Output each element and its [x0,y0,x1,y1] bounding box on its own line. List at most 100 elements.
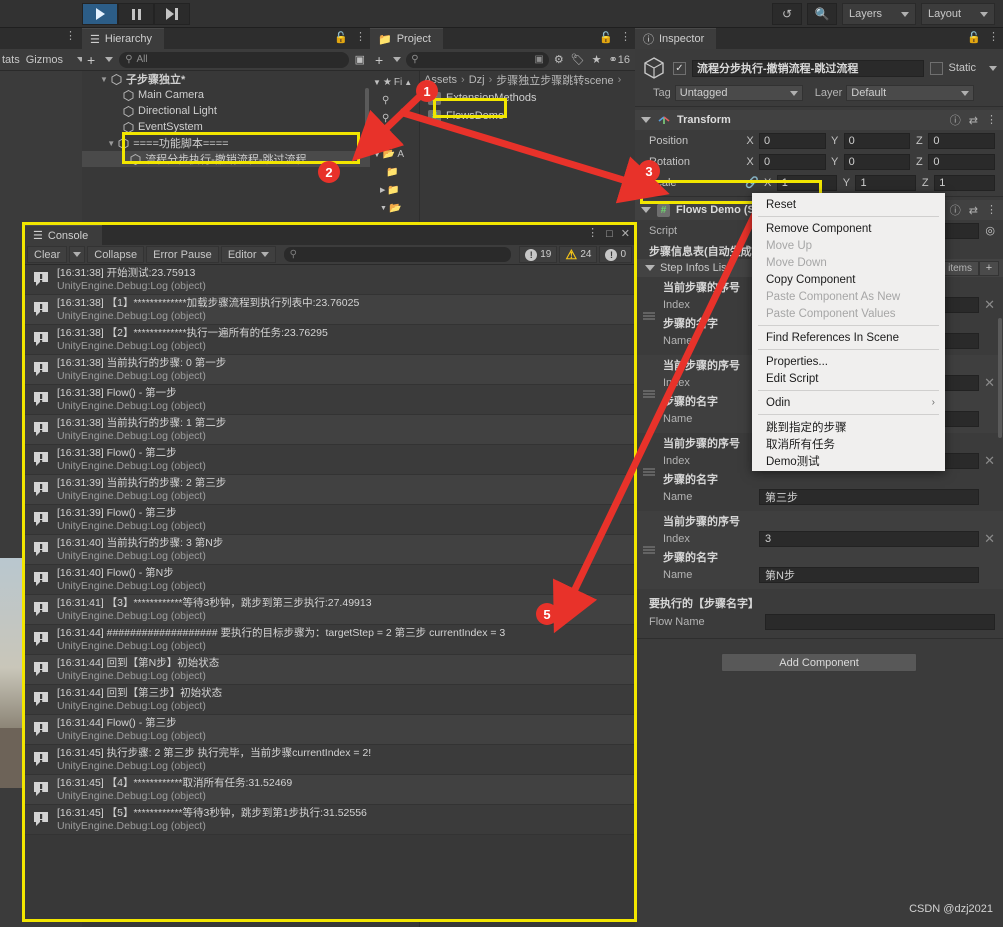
project-saved-search[interactable]: ⚲ [370,109,419,127]
kebab-menu-icon[interactable]: ⋮ [986,204,997,216]
console-log-list[interactable]: [16:31:38] 开始测试:23.75913 UnityEngine.Debu… [25,265,634,919]
console-log-entry[interactable]: [16:31:38] 【1】*************加载步骤流程到执行列表中:… [25,295,634,325]
step-index-input[interactable]: 3 [759,531,979,547]
console-log-entry[interactable]: [16:31:45] 【4】************取消所有任务:31.5246… [25,775,634,805]
project-search-input[interactable]: ⚲ ▣ [406,51,549,68]
gameobject-enabled-checkbox[interactable]: ✓ [673,61,686,75]
stats-button[interactable]: tats [2,54,20,66]
static-checkbox[interactable] [930,61,944,75]
project-search-picker-icon[interactable]: ▣ [534,54,543,65]
remove-item-icon[interactable]: ✕ [984,453,995,469]
breadcrumb-item[interactable]: Dzj [469,74,485,86]
tab-hierarchy[interactable]: ☰ Hierarchy [82,28,164,49]
lock-icon[interactable]: 🔓 [599,31,613,44]
favorite-star-icon[interactable]: ★ [590,53,604,66]
object-picker-icon[interactable]: ◎ [985,224,995,237]
transform-z-input[interactable]: 1 [934,174,995,191]
object-picker-icon[interactable]: ▣ [353,53,367,66]
console-log-entry[interactable]: [16:31:39] 当前执行的步骤: 2 第三步 UnityEngine.Deb… [25,475,634,505]
play-button[interactable] [82,3,118,25]
drag-handle-icon[interactable] [643,311,655,322]
console-log-entry[interactable]: [16:31:38] 当前执行的步骤: 1 第二步 UnityEngine.Deb… [25,415,634,445]
console-log-entry[interactable]: [16:31:45] 执行步骤: 2 第三步 执行完毕，当前步骤currentI… [25,745,634,775]
console-log-entry[interactable]: [16:31:39] Flow() - 第三步 UnityEngine.Debug… [25,505,634,535]
lock-icon[interactable]: 🔓 [334,31,348,44]
project-tree-folder[interactable]: ▶ 📁 [370,181,419,199]
project-add-button[interactable]: + [373,52,403,68]
clear-button[interactable]: Clear [27,246,68,263]
foldout-icon[interactable] [641,207,651,213]
transform-x-input[interactable]: 0 [759,132,826,149]
clear-dropdown[interactable] [69,246,86,263]
foldout-icon[interactable] [641,117,651,123]
flow-name-input[interactable] [765,613,995,630]
tab-project[interactable]: 📁 Project [370,28,443,49]
pause-button[interactable] [118,3,154,25]
remove-item-icon[interactable]: ✕ [984,531,995,547]
hierarchy-row[interactable]: Directional Light [82,103,370,119]
kebab-menu-icon[interactable]: ⋮ [355,32,366,43]
transform-z-input[interactable]: 0 [928,153,996,170]
inspector-scrollbar[interactable] [998,318,1002,438]
foldout-icon[interactable]: ▼ [107,139,117,148]
drag-handle-icon[interactable] [643,467,655,478]
add-component-button[interactable]: Add Component [721,653,917,672]
lock-icon[interactable]: 🔓 [967,31,981,44]
console-log-entry[interactable]: [16:31:44] Flow() - 第三步 UnityEngine.Debug… [25,715,634,745]
tag-dropdown[interactable]: Untagged [674,85,803,101]
context-menu-item[interactable]: Find References In Scene [752,329,945,346]
tab-inspector[interactable]: ⓘ Inspector [635,28,717,49]
transform-x-input[interactable]: 1 [776,174,838,191]
label-filter-icon[interactable]: 🏷 [569,53,587,66]
transform-y-input[interactable]: 0 [843,153,911,170]
step-button[interactable] [154,3,190,25]
error-count-badge[interactable]: ! 0 [599,246,632,263]
transform-y-input[interactable]: 1 [855,174,917,191]
project-tree-folder[interactable]: 📁 [370,163,419,181]
step-name-input[interactable]: 第N步 [759,567,979,583]
console-log-entry[interactable]: [16:31:44] 回到【第N步】初始状态 UnityEngine.Debug:… [25,655,634,685]
maximize-icon[interactable]: □ [606,228,613,240]
context-menu-item[interactable]: Demo测试 [752,452,945,469]
static-toggle[interactable]: Static [930,61,997,75]
hierarchy-row[interactable]: ▼ ====功能脚本==== [82,135,370,151]
transform-component-header[interactable]: Transform ⓘ ⇄ ⋮ [635,110,1003,130]
step-name-input[interactable]: 第三步 [759,489,979,505]
chevron-down-icon[interactable] [989,65,997,71]
kebab-menu-icon[interactable]: ⋮ [587,228,598,239]
drag-handle-icon[interactable] [643,389,655,400]
console-search-input[interactable]: ⚲ [283,247,512,262]
layout-dropdown[interactable]: Layout [921,3,995,25]
remove-item-icon[interactable]: ✕ [984,375,995,391]
preset-icon[interactable]: ⇄ [969,204,978,217]
context-menu-item[interactable]: Properties... [752,353,945,370]
layer-dropdown[interactable]: Default [846,85,975,101]
project-saved-search[interactable]: ⚲ [370,91,419,109]
package-filter-icon[interactable]: ⚙ [552,53,566,66]
hierarchy-row[interactable]: EventSystem [82,119,370,135]
console-log-entry[interactable]: [16:31:38] 开始测试:23.75913 UnityEngine.Debu… [25,265,634,295]
help-icon[interactable]: ⓘ [950,202,961,218]
collapse-button[interactable]: Collapse [87,246,145,263]
info-count-badge[interactable]: ! 19 [519,246,558,263]
breadcrumb-item[interactable]: 步骤独立步骤跳转scene [496,72,613,88]
project-tree-folder-open[interactable]: ▼ 📂 [370,199,419,217]
hierarchy-search-input[interactable]: ⚲ All [119,51,349,68]
transform-x-input[interactable]: 0 [759,153,826,170]
transform-y-input[interactable]: 0 [843,132,911,149]
context-menu-item[interactable]: Remove Component [752,220,945,237]
console-log-entry[interactable]: [16:31:38] Flow() - 第二步 UnityEngine.Debug… [25,445,634,475]
context-menu-item[interactable]: Reset [752,196,945,213]
component-context-menu[interactable]: Reset Remove Component Move Up Move Down Cop… [752,193,945,471]
kebab-menu-icon[interactable]: ⋮ [620,32,631,43]
project-asset-item[interactable]: # FlowsDemo [420,107,635,125]
history-button[interactable]: ↺ [772,3,802,25]
search-button[interactable]: 🔍 [807,3,837,25]
console-log-entry[interactable]: [16:31:40] Flow() - 第N步 UnityEngine.Debug… [25,565,634,595]
help-icon[interactable]: ⓘ [950,112,961,128]
project-saved-search[interactable]: ⚲ [370,127,419,145]
hierarchy-add-button[interactable]: + [85,52,115,68]
foldout-icon[interactable]: ▼ [100,75,110,84]
error-pause-button[interactable]: Error Pause [146,246,219,263]
broken-link-icon[interactable]: 🔗 [745,176,759,189]
